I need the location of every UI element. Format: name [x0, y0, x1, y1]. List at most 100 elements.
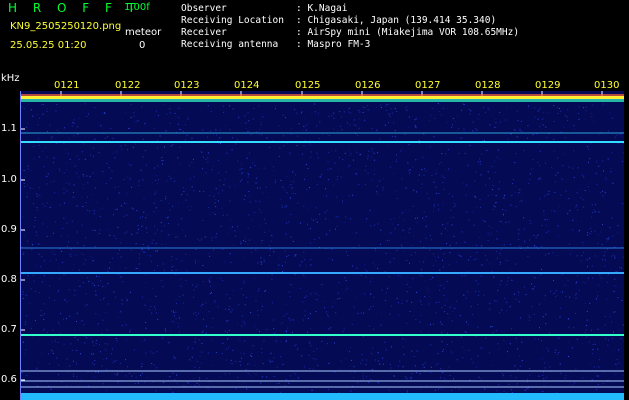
noise-speck: [23, 252, 25, 254]
noise-speck: [224, 178, 225, 180]
noise-speck: [609, 112, 611, 114]
noise-speck: [578, 118, 580, 120]
noise-speck: [576, 204, 578, 206]
noise-speck: [498, 188, 500, 190]
noise-speck: [514, 365, 516, 367]
carrier-edge: [21, 99, 624, 102]
noise-speck: [299, 222, 301, 224]
noise-speck: [309, 313, 311, 315]
noise-speck: [21, 246, 23, 248]
noise-speck: [261, 134, 263, 136]
noise-speck: [256, 329, 258, 331]
noise-speck: [271, 302, 273, 304]
noise-speck: [52, 341, 53, 343]
noise-speck: [444, 378, 446, 380]
noise-speck: [585, 258, 587, 260]
noise-speck: [330, 327, 332, 329]
noise-speck: [351, 324, 353, 325]
noise-speck: [432, 265, 434, 267]
noise-speck: [82, 151, 83, 153]
noise-speck: [537, 338, 539, 340]
noise-speck: [350, 347, 352, 349]
noise-speck: [516, 136, 518, 138]
noise-speck: [465, 298, 467, 300]
noise-speck: [466, 211, 468, 213]
noise-speck: [57, 342, 59, 343]
noise-speck: [204, 236, 206, 238]
noise-speck: [505, 119, 507, 121]
noise-speck: [425, 237, 427, 239]
noise-speck: [564, 377, 566, 379]
receiver-value: : AirSpy mini (Miakejima VOR 108.65MHz): [296, 27, 520, 38]
noise-speck: [334, 342, 335, 344]
noise-speck: [165, 130, 167, 132]
noise-speck: [145, 217, 147, 219]
noise-speck: [384, 300, 386, 301]
noise-speck: [129, 179, 131, 181]
noise-speck: [51, 252, 53, 254]
noise-speck: [169, 330, 171, 332]
noise-speck: [250, 354, 252, 356]
noise-speck: [304, 297, 306, 298]
noise-speck: [260, 309, 262, 311]
noise-speck: [154, 306, 155, 308]
noise-speck: [442, 259, 444, 261]
noise-speck: [349, 155, 351, 157]
noise-speck: [47, 131, 48, 132]
noise-speck: [426, 287, 428, 289]
noise-speck: [152, 239, 154, 241]
noise-speck: [574, 295, 576, 296]
noise-speck: [592, 353, 594, 355]
noise-speck: [191, 356, 193, 358]
noise-speck: [247, 227, 249, 229]
noise-speck: [188, 164, 190, 166]
noise-speck: [32, 187, 34, 189]
noise-speck: [309, 264, 311, 266]
noise-speck: [388, 276, 390, 277]
noise-speck: [577, 167, 579, 169]
noise-speck: [534, 245, 535, 247]
noise-speck: [36, 234, 38, 236]
noise-speck: [386, 104, 388, 106]
noise-speck: [41, 256, 43, 258]
noise-speck: [551, 167, 553, 169]
noise-speck: [242, 382, 244, 384]
noise-speck: [485, 184, 487, 186]
noise-speck: [58, 364, 60, 366]
noise-speck: [519, 245, 521, 247]
noise-speck: [598, 234, 600, 236]
noise-speck: [491, 189, 493, 190]
noise-speck: [191, 385, 193, 387]
noise-speck: [238, 116, 240, 118]
noise-speck: [274, 332, 275, 334]
noise-speck: [33, 145, 35, 147]
noise-speck: [620, 338, 622, 340]
noise-speck: [560, 194, 562, 196]
noise-speck: [362, 112, 364, 113]
noise-speck: [547, 111, 549, 113]
noise-speck: [188, 346, 190, 348]
noise-speck: [568, 318, 570, 320]
noise-speck: [268, 197, 270, 199]
noise-speck: [49, 235, 51, 237]
noise-speck: [434, 256, 436, 258]
noise-speck: [551, 210, 553, 211]
noise-speck: [280, 341, 282, 343]
noise-speck: [27, 103, 29, 105]
noise-speck: [290, 184, 292, 186]
noise-speck: [566, 116, 568, 118]
noise-speck: [371, 156, 373, 158]
noise-speck: [315, 207, 317, 209]
noise-speck: [47, 173, 49, 175]
noise-speck: [613, 311, 615, 313]
noise-speck: [481, 264, 483, 266]
noise-speck: [533, 235, 535, 236]
noise-speck: [540, 150, 542, 152]
noise-speck: [431, 108, 433, 109]
noise-speck: [138, 180, 140, 182]
noise-speck: [492, 209, 494, 210]
noise-speck: [357, 312, 359, 314]
noise-speck: [621, 285, 623, 287]
noise-speck: [262, 305, 263, 307]
noise-speck: [508, 383, 510, 385]
